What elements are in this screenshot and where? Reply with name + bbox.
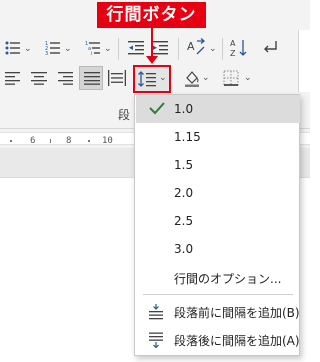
svg-text:A: A <box>230 39 236 48</box>
line-spacing-option-1-5[interactable]: 1.5 <box>136 151 300 179</box>
line-spacing-option-2-5[interactable]: 2.5 <box>136 207 300 235</box>
svg-text:i: i <box>91 51 92 56</box>
bullet-list-chevron-icon[interactable]: ⌄ <box>24 45 32 54</box>
callout-label: 行間ボタン <box>97 2 206 28</box>
align-left-icon[interactable] <box>5 71 21 85</box>
svg-text:3: 3 <box>45 51 48 56</box>
multilevel-list-chevron-icon[interactable]: ⌄ <box>104 45 112 54</box>
text-direction-chevron-icon[interactable]: ⌄ <box>209 45 217 54</box>
ruler-number: 6 <box>30 136 36 146</box>
bullet-list-icon[interactable] <box>5 40 21 56</box>
add-space-before-item[interactable]: 段落前に間隔を追加(B) <box>136 297 300 325</box>
show-marks-icon[interactable] <box>262 40 278 56</box>
checkmark-icon <box>149 102 165 115</box>
line-spacing-option-2-0[interactable]: 2.0 <box>136 179 300 207</box>
line-spacing-icon <box>138 71 156 87</box>
ruler-number: 8 <box>66 136 72 146</box>
line-spacing-options-item[interactable]: 行間のオプション... <box>136 263 300 291</box>
line-spacing-option-1-0[interactable]: 1.0 <box>136 95 300 123</box>
menu-item-label: 段落前に間隔を追加(B) <box>174 306 300 320</box>
distributed-icon[interactable] <box>108 70 126 86</box>
space-before-icon <box>149 304 163 320</box>
line-spacing-menu: 1.0 1.15 1.5 2.0 2.5 3.0 行間のオプション... 段落前… <box>134 94 300 356</box>
ribbon-separator <box>222 38 223 60</box>
multilevel-list-icon[interactable]: 1 a i <box>85 40 101 56</box>
callout-arrow-head <box>146 56 158 64</box>
text-direction-icon[interactable]: A <box>186 38 206 56</box>
borders-chevron-icon[interactable]: ⌄ <box>244 74 252 83</box>
paragraph-group-label: 段 <box>118 108 131 122</box>
ruler-number: 10 <box>102 136 113 146</box>
align-right-icon[interactable] <box>57 71 73 85</box>
decrease-indent-icon[interactable] <box>128 40 144 56</box>
menu-item-label: 2.0 <box>174 186 194 200</box>
line-spacing-button[interactable]: ⌄ <box>133 65 171 93</box>
increase-indent-icon[interactable] <box>152 40 168 56</box>
add-space-after-item[interactable]: 段落後に間隔を追加(A) <box>136 325 300 353</box>
ribbon-styles-gallery-edge <box>298 30 310 92</box>
sort-icon[interactable]: A Z <box>230 38 248 58</box>
line-spacing-chevron-icon: ⌄ <box>159 73 167 83</box>
ruler-mark <box>50 139 51 143</box>
space-after-icon <box>149 332 163 348</box>
ribbon-separator <box>178 38 179 60</box>
align-center-icon[interactable] <box>31 71 47 85</box>
line-spacing-option-1-15[interactable]: 1.15 <box>136 123 300 151</box>
menu-item-label: 行間のオプション... <box>174 272 282 286</box>
ruler-mark <box>88 140 90 142</box>
shading-chevron-icon[interactable]: ⌄ <box>202 74 210 83</box>
menu-item-label: 3.0 <box>174 242 194 256</box>
callout-arrow <box>151 28 153 58</box>
numbered-list-chevron-icon[interactable]: ⌄ <box>64 45 72 54</box>
ruler-mark <box>10 140 12 142</box>
shading-icon[interactable] <box>184 69 200 87</box>
justify-icon <box>84 72 100 85</box>
justify-button[interactable] <box>79 66 103 90</box>
svg-text:A: A <box>187 40 195 53</box>
menu-item-label: 1.5 <box>174 158 194 172</box>
menu-item-label: 2.5 <box>174 214 194 228</box>
menu-item-label: 1.15 <box>174 130 201 144</box>
borders-icon[interactable] <box>223 70 239 86</box>
svg-text:Z: Z <box>230 49 236 58</box>
menu-item-label: 段落後に間隔を追加(A) <box>174 334 300 348</box>
menu-divider <box>143 294 293 295</box>
line-spacing-option-3-0[interactable]: 3.0 <box>136 235 300 263</box>
numbered-list-icon[interactable]: 1 2 3 <box>45 40 61 56</box>
menu-item-label: 1.0 <box>174 102 194 116</box>
ribbon-separator <box>118 38 119 60</box>
